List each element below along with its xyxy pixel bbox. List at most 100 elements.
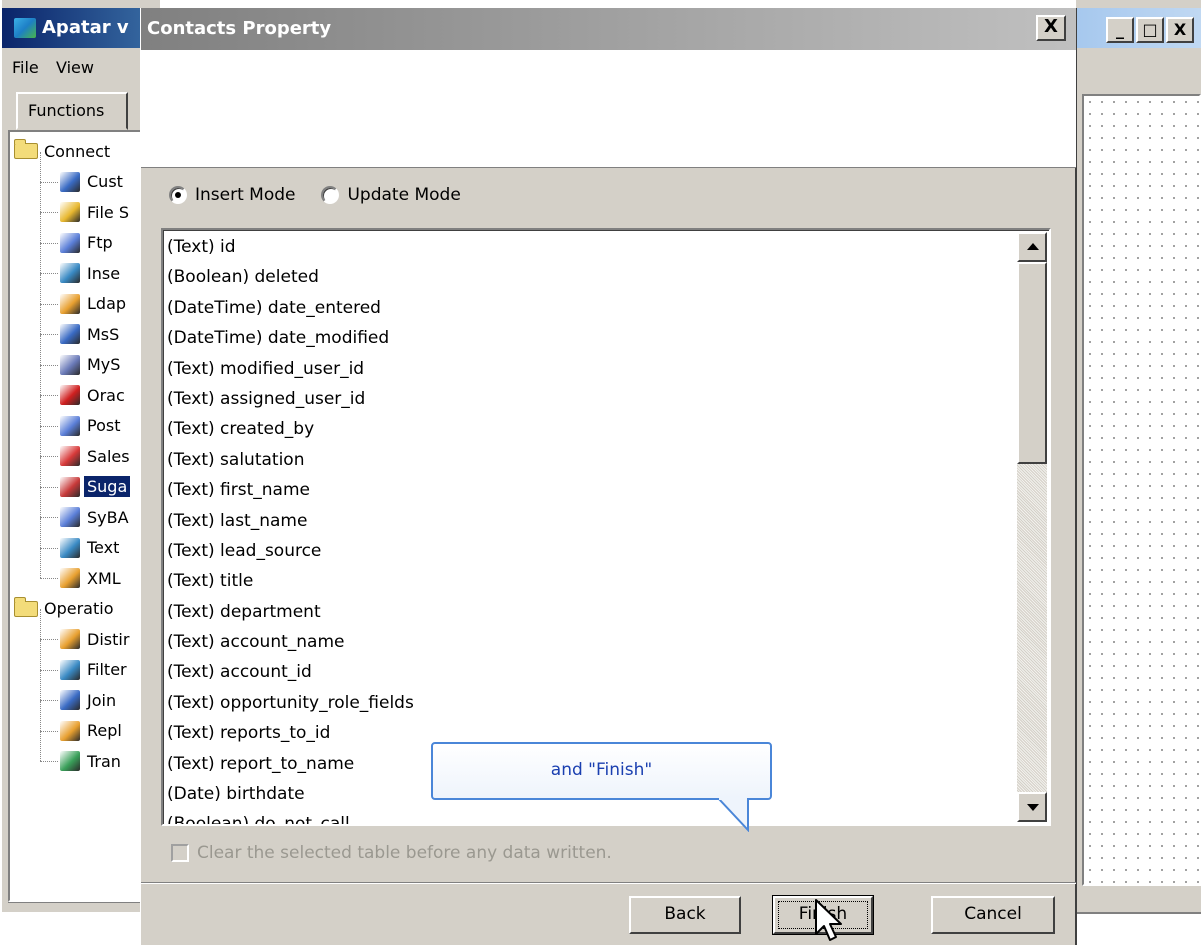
close-window-button[interactable]: X	[1166, 17, 1194, 43]
arrow-up-icon	[1027, 243, 1039, 250]
scroll-up-button[interactable]	[1017, 232, 1047, 262]
tree-folder[interactable]: Operatio	[14, 594, 116, 624]
tree-item-label: Sales	[87, 446, 130, 466]
menu-file[interactable]: File	[12, 58, 39, 77]
tree-folder[interactable]: Connect	[14, 136, 113, 166]
tree-item[interactable]: SyBA	[60, 502, 132, 532]
fields-list-scrollbar[interactable]	[1017, 232, 1047, 822]
field-list-item[interactable]: (Text) created_by	[165, 414, 1021, 444]
functions-tree: Connect Cust File S Ftp Inse Ldap MsS MyS Orac Po…	[8, 130, 162, 902]
main-title-bar-right[interactable]: _ □ X	[1076, 8, 1201, 48]
insert-icon	[60, 263, 80, 283]
tree-item[interactable]: Orac	[60, 380, 128, 410]
apatar-logo-icon	[14, 18, 36, 38]
fields-list[interactable]: (Text) id (Boolean) deleted (DateTime) dat…	[161, 228, 1051, 826]
tree-item[interactable]: Tran	[60, 746, 124, 776]
main-title-bar[interactable]: Apatar v	[2, 8, 162, 48]
dialog-close-button[interactable]: X	[1036, 15, 1066, 41]
tree-item-label: Tran	[87, 751, 121, 771]
field-list-item[interactable]: (Text) lead_source	[165, 536, 1021, 566]
field-list-item[interactable]: (Text) opportunity_role_fields	[165, 688, 1021, 718]
update-mode-radio[interactable]	[321, 186, 340, 204]
tree-item[interactable]: File S	[60, 197, 132, 227]
menu-view[interactable]: View	[56, 58, 94, 77]
tree-item[interactable]: Ldap	[60, 289, 129, 319]
minimize-button[interactable]: _	[1106, 17, 1134, 43]
scroll-down-button[interactable]	[1017, 792, 1047, 822]
field-list-item[interactable]: (Boolean) deleted	[165, 262, 1021, 292]
dialog-header-banner	[141, 50, 1076, 168]
tutorial-callout: and "Finish"	[431, 742, 772, 800]
callout-text: and "Finish"	[550, 760, 653, 780]
sugarcrm-icon	[60, 476, 80, 497]
toolbar-area	[1076, 50, 1201, 94]
tree-item[interactable]: Text	[60, 533, 122, 563]
tree-item-label: Inse	[87, 263, 121, 283]
mssql-icon	[60, 324, 80, 344]
tree-item[interactable]: Cust	[60, 167, 126, 197]
back-button[interactable]: Back	[629, 896, 741, 934]
tree-item[interactable]: Suga	[60, 472, 131, 502]
tree-item-label: Orac	[87, 385, 125, 405]
dialog-title: Contacts Property	[147, 18, 332, 39]
scroll-thumb[interactable]	[1017, 262, 1047, 464]
field-list-item[interactable]: (Text) first_name	[165, 475, 1021, 505]
xml-icon	[60, 568, 80, 588]
file-icon	[60, 202, 80, 222]
tree-item[interactable]: Join	[60, 685, 119, 715]
clear-table-option: Clear the selected table before any data…	[171, 838, 612, 868]
callout-pointer	[717, 798, 749, 832]
field-list-item[interactable]: (DateTime) date_modified	[165, 323, 1021, 353]
main-menu-bar: File View	[2, 52, 162, 88]
filter-icon	[60, 659, 80, 680]
tree-item[interactable]: Filter	[60, 655, 130, 685]
field-list-item[interactable]: (Text) salutation	[165, 445, 1021, 475]
field-list-item[interactable]: (Text) assigned_user_id	[165, 384, 1021, 414]
tree-item-label: Text	[87, 538, 120, 557]
field-list-item[interactable]: (Text) account_name	[165, 627, 1021, 657]
tree-item-label: Repl	[87, 721, 122, 740]
maximize-button[interactable]: □	[1136, 17, 1164, 43]
field-list-item[interactable]: (Text) department	[165, 597, 1021, 627]
tree-item-label: MsS	[87, 324, 120, 344]
tree-item[interactable]: Ftp	[60, 228, 116, 258]
dialog-separator	[141, 882, 1076, 884]
tree-item-label: Operatio	[44, 599, 114, 618]
tree-item[interactable]: Sales	[60, 441, 133, 471]
tree-item[interactable]: Post	[60, 411, 123, 441]
insert-mode-label[interactable]: Insert Mode	[195, 185, 295, 205]
field-list-item[interactable]: (Text) title	[165, 566, 1021, 596]
mysql-icon	[60, 354, 80, 375]
tree-item[interactable]: MyS	[60, 350, 123, 380]
tree-item[interactable]: Repl	[60, 716, 125, 746]
tree-item-label: File S	[87, 202, 130, 222]
oracle-icon	[60, 385, 80, 405]
tree-item[interactable]: Inse	[60, 258, 123, 288]
database-icon	[60, 171, 80, 192]
cancel-button[interactable]: Cancel	[931, 896, 1055, 934]
tree-item-label: Join	[87, 690, 117, 710]
transform-icon	[60, 751, 80, 771]
dialog-title-bar[interactable]: Contacts Property X	[141, 8, 1076, 50]
field-list-item[interactable]: (Text) last_name	[165, 506, 1021, 536]
tree-item-label: Connect	[44, 141, 111, 161]
tree-item[interactable]: XML	[60, 563, 124, 593]
tree-item[interactable]: Distir	[60, 624, 132, 654]
insert-mode-radio[interactable]	[169, 186, 187, 204]
field-list-item[interactable]: (Text) account_id	[165, 657, 1021, 687]
clear-table-checkbox[interactable]	[171, 844, 189, 862]
field-list-item[interactable]: (Text) modified_user_id	[165, 354, 1021, 384]
tab-functions[interactable]: Functions	[16, 92, 128, 130]
field-list-item[interactable]: (Boolean) do_not_call	[165, 809, 1021, 824]
distinct-icon	[60, 629, 80, 649]
folder-open-icon	[14, 596, 38, 617]
replace-icon	[60, 720, 80, 741]
tree-horizontal-scrollbar[interactable]	[8, 902, 162, 912]
update-mode-label[interactable]: Update Mode	[347, 185, 460, 205]
tree-item-label: XML	[87, 568, 121, 588]
tree-item-label: Filter	[87, 660, 127, 679]
design-canvas[interactable]	[1082, 94, 1201, 886]
tree-item[interactable]: MsS	[60, 319, 122, 349]
field-list-item[interactable]: (Text) id	[165, 232, 1021, 262]
field-list-item[interactable]: (DateTime) date_entered	[165, 293, 1021, 323]
